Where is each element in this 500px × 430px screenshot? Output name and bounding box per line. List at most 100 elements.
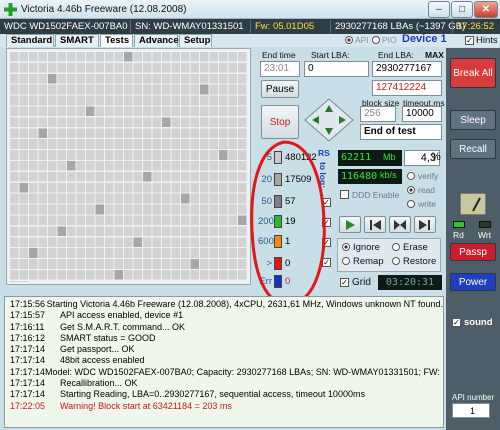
sector-cell (48, 204, 57, 215)
sector-cell (190, 161, 199, 171)
sector-cell-slow (143, 171, 152, 182)
grid-label: Grid (352, 277, 371, 288)
sector-cell (152, 171, 161, 182)
pause-button[interactable]: Pause (261, 80, 299, 98)
close-button[interactable]: ✕ (474, 1, 498, 18)
sector-cell (143, 226, 152, 237)
sector-cell (124, 139, 133, 149)
sector-cell (209, 193, 218, 204)
ignore-label: Ignore (353, 242, 380, 253)
sector-cell (171, 95, 180, 106)
sector-cell (10, 117, 19, 128)
stop-button[interactable]: Stop (261, 105, 299, 139)
hints-checkbox[interactable]: ✓ (465, 36, 474, 45)
sector-cell (29, 62, 38, 73)
erase-label: Erase (403, 242, 428, 253)
sector-cell (29, 204, 38, 215)
end-of-test-select[interactable]: End of test (360, 124, 442, 140)
sector-cell (67, 84, 76, 95)
sector-cell (162, 226, 171, 237)
read-radio[interactable] (407, 186, 415, 194)
api-radio[interactable] (345, 36, 353, 44)
ddd-enable-checkbox[interactable] (340, 190, 349, 199)
log-panel[interactable]: 17:15:56 Starting Victoria 4.46b Freeware… (4, 296, 444, 428)
sector-cell (76, 270, 85, 280)
remap-radio[interactable] (342, 257, 350, 265)
tab-setup[interactable]: Setup (179, 34, 212, 47)
sector-cell (143, 161, 152, 171)
passp-button[interactable]: Passp (450, 243, 496, 261)
sector-cell (162, 259, 171, 269)
sector-cell (48, 259, 57, 269)
tab-standard[interactable]: Standard (6, 34, 54, 47)
sector-cell (209, 128, 218, 138)
log-message: Recallibration... OK (60, 378, 138, 389)
sector-cell (133, 52, 142, 62)
power-button[interactable]: Power (450, 273, 496, 291)
sector-cell (86, 226, 95, 237)
timeout-select[interactable]: 10000 (402, 106, 442, 122)
sector-cell (10, 182, 19, 193)
minimize-button[interactable]: – (428, 1, 450, 18)
sector-cell (19, 215, 28, 226)
end-lba-field[interactable]: 2930277167 (372, 61, 442, 77)
write-radio[interactable] (407, 200, 415, 208)
log-line: 17:15:56 Starting Victoria 4.46b Freeware… (10, 299, 443, 310)
sector-cell (200, 128, 209, 138)
sector-cell (228, 117, 237, 128)
sector-cell (29, 259, 38, 269)
start-lba-field[interactable]: 0 (304, 61, 369, 77)
tab-tests[interactable]: Tests (100, 34, 133, 47)
sector-cell (95, 128, 104, 138)
sector-cell (114, 193, 123, 204)
log-line: 17:22:05 Warning! Block start at 63421184… (10, 401, 443, 412)
tab-advanced[interactable]: Advanced (134, 34, 184, 47)
sector-cell (200, 204, 209, 215)
sector-cell (57, 52, 66, 62)
seek-direction-pad[interactable] (303, 97, 355, 143)
device-label[interactable]: Device 1 (402, 33, 447, 45)
sector-cell (67, 237, 76, 247)
sector-cell-slow (124, 52, 133, 62)
sector-cell-slow (114, 270, 123, 280)
block-size-select[interactable]: 256 (360, 106, 396, 122)
sector-cell (76, 117, 85, 128)
end-button[interactable] (414, 216, 436, 233)
rewind-button[interactable] (364, 216, 386, 233)
ignore-radio[interactable] (342, 243, 350, 251)
sector-cell (143, 62, 152, 73)
sector-cell (238, 106, 247, 117)
sector-cell (19, 248, 28, 258)
sound-checkbox[interactable]: ✓ (452, 318, 461, 327)
step-back-button[interactable] (389, 216, 411, 233)
pio-radio[interactable] (372, 36, 380, 44)
sleep-button[interactable]: Sleep (450, 110, 496, 130)
recall-button[interactable]: Recall (450, 139, 496, 159)
sector-cell (114, 95, 123, 106)
sector-cell (105, 259, 114, 269)
end-lba-max[interactable]: MAX (425, 50, 444, 60)
sector-cell (10, 259, 19, 269)
sector-cell (67, 117, 76, 128)
sector-cell (10, 204, 19, 215)
sector-cell (171, 182, 180, 193)
sector-cell (190, 193, 199, 204)
maximize-button[interactable]: □ (451, 1, 473, 18)
grid-checkbox[interactable]: ✓ (340, 278, 349, 287)
play-button[interactable] (339, 216, 361, 233)
break-all-button[interactable]: Break All (450, 58, 496, 88)
wrt-label: Wrt (478, 230, 492, 240)
sector-cell (67, 73, 76, 84)
restore-radio[interactable] (392, 257, 400, 265)
sector-cell (10, 237, 19, 247)
sector-cell (190, 237, 199, 247)
sector-cell (124, 106, 133, 117)
verify-radio[interactable] (407, 172, 415, 180)
sector-cell-slow (190, 259, 199, 269)
sector-cell (29, 182, 38, 193)
end-time-field[interactable]: 23:01 (260, 61, 300, 77)
api-number-field[interactable]: 1 (452, 403, 490, 418)
erase-radio[interactable] (392, 243, 400, 251)
sector-cell (105, 139, 114, 149)
tab-smart[interactable]: SMART (55, 34, 99, 47)
